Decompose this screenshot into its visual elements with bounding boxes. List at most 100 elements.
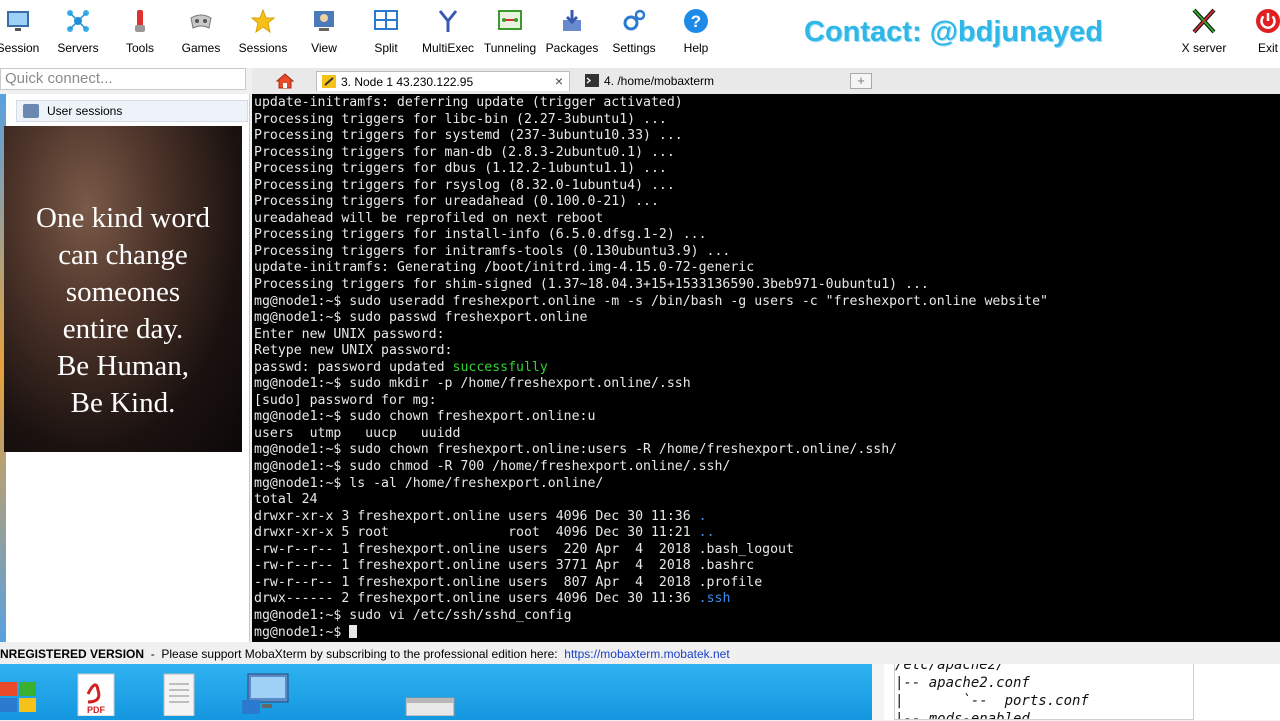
toolbar-session-button[interactable]: Session [0,8,48,64]
terminal-cursor [349,624,358,638]
home-icon [275,73,295,89]
toolbar-help-button[interactable]: ? Help [666,8,726,64]
toolbar-label: Packages [545,41,599,55]
file-tree-content: /etc/apache2/ |-- apache2.conf | `-- por… [894,664,1194,720]
pdf-icon[interactable]: PDF [76,672,116,717]
tab-label: 3. Node 1 43.230.122.95 [341,75,474,89]
terminal-line: mg@node1:~$ sudo chown freshexport.onlin… [254,409,596,425]
toolbar-servers-button[interactable]: Servers [48,8,108,64]
terminal-line: -rw-r--r-- 1 freshexport.online users 37… [254,558,755,574]
user-sessions-icon [23,104,39,118]
terminal-line: Enter new UNIX password: [254,326,445,342]
terminal-line: mg@node1:~$ sudo passwd freshexport.onli… [254,310,588,326]
contact-watermark: Contact: @bdjunayed [804,16,1103,48]
close-icon[interactable]: × [555,73,563,89]
star-icon [250,8,276,34]
toolbar-tools-button[interactable]: Tools [110,8,170,64]
terminal-line: Processing triggers for man-db (2.8.3-2u… [254,144,675,160]
dir-name: .. [698,525,715,541]
toolbar-label: Help [683,41,709,55]
quote-text: One kind word can change someones entire… [36,202,210,419]
tab-node1[interactable]: 3. Node 1 43.230.122.95 × [316,71,570,91]
terminal-line: Processing triggers for install-info (6.… [254,227,707,243]
taskbar: PDF [0,664,872,720]
terminal-line: passwd: password updated successfully [254,360,1278,377]
toolbar-multiexec-button[interactable]: MultiExec [418,8,478,64]
toolbar-split-button[interactable]: Split [356,8,416,64]
status-message: - Please support MobaXterm by subscribin… [144,647,565,661]
user-sessions-label: User sessions [47,104,123,118]
toolbar-label: Sessions [238,41,288,55]
terminal-line: mg@node1:~$ sudo useradd freshexport.onl… [254,293,1048,309]
terminal-text: drwxr-xr-x 5 root root 4096 Dec 30 11:21 [254,525,699,541]
terminal-line: total 24 [254,492,318,508]
xserver-label: X server [1181,41,1227,55]
terminal-text: passwd: password updated [254,359,453,375]
home-tab[interactable] [270,71,300,91]
terminal-line: drwx------ 2 freshexport.online users 40… [254,591,1278,608]
exit-label: Exit [1257,41,1278,55]
toolbar-label: Split [374,41,398,55]
new-tab-button[interactable]: + [850,73,872,89]
mobatek-link[interactable]: https://mobaxterm.mobatek.net [564,647,729,661]
user-sessions-folder[interactable]: User sessions [16,100,248,122]
toolbar-view-button[interactable]: View [294,8,354,64]
terminal-line: mg@node1:~$ sudo mkdir -p /home/freshexp… [254,376,691,392]
toolbar-label: Tunneling [483,41,537,55]
svg-text:?: ? [691,12,701,31]
main-toolbar: Session Servers Tools Games Sessions Vie… [0,0,1280,68]
toolbar-packages-button[interactable]: Packages [542,8,602,64]
toolbar-label: Tools [125,41,154,55]
tab-home-mobaxterm[interactable]: 4. /home/mobaxterm [580,71,830,91]
toolbar-label: MultiExec [421,41,474,55]
terminal-line: drwxr-xr-x 3 freshexport.online users 40… [254,509,1278,526]
exit-button[interactable]: Exit [1238,8,1280,64]
dir-name: .ssh [698,591,731,607]
network-computer-icon[interactable] [240,672,289,716]
view-icon [314,11,334,31]
help-icon: ? [684,9,708,33]
terminal-line: Processing triggers for ureadahead (0.10… [254,194,659,210]
terminal-line: users utmp uucp uuidd [254,425,461,441]
terminal-line: -rw-r--r-- 1 freshexport.online users 22… [254,541,794,557]
terminal-line: Processing triggers for dbus (1.12.2-1ub… [254,161,667,177]
terminal-line: ureadahead will be reprofiled on next re… [254,210,604,226]
servers-icon [67,10,89,32]
terminal-output[interactable]: update-initramfs: deferring update (trig… [252,94,1280,642]
terminal-line: mg@node1:~$ sudo vi /etc/ssh/sshd_config [254,607,572,623]
terminal-tab-icon [585,74,599,87]
toolbar-label: Settings [612,41,656,55]
terminal-line: drwxr-xr-x 5 root root 4096 Dec 30 11:21… [254,525,1278,542]
toolbar-label: Games [181,41,221,55]
document-icon[interactable] [160,672,200,717]
windows-icon[interactable] [0,672,40,716]
settings-icon [623,9,646,31]
tree-line: /etc/apache2/ [895,664,1005,673]
ssh-tab-icon [322,75,336,88]
toolbar-tunneling-button[interactable]: Tunneling [480,8,540,64]
toolbar-label: Servers [57,41,99,55]
xserver-button[interactable]: X server [1174,8,1234,64]
terminal-line: Processing triggers for shim-signed (1.3… [254,277,929,293]
terminal-line: -rw-r--r-- 1 freshexport.online users 80… [254,574,763,590]
packages-icon [563,10,581,31]
toolbar-label: View [311,41,337,55]
success-text: successfully [452,359,548,375]
toolbar-sessions-button[interactable]: Sessions [233,8,293,64]
toolbar-games-button[interactable]: Games [171,8,231,64]
unregistered-label: NREGISTERED VERSION [0,647,145,661]
pdf-label: PDF [87,705,106,715]
terminal-line: mg@node1:~$ ls -al /home/freshexport.onl… [254,475,604,491]
terminal-line: mg@node1:~$ sudo chmod -R 700 /home/fres… [254,459,731,475]
status-bar: NREGISTERED VERSION - Please support Mob… [0,644,1280,664]
tunneling-icon [498,10,522,30]
terminal-prompt: mg@node1:~$ [254,624,1278,642]
toolbar-settings-button[interactable]: Settings [604,8,664,64]
tree-line: | `-- ports.conf [895,693,1089,709]
terminal-text: drwxr-xr-x 3 freshexport.online users 40… [254,508,699,524]
terminal-text: mg@node1:~$ [254,624,350,640]
terminal-line: Processing triggers for rsyslog (8.32.0-… [254,177,675,193]
quick-connect-input[interactable]: Quick connect... [0,68,246,90]
terminal-line: Processing triggers for initramfs-tools … [254,243,731,259]
window-icon[interactable] [404,672,456,717]
